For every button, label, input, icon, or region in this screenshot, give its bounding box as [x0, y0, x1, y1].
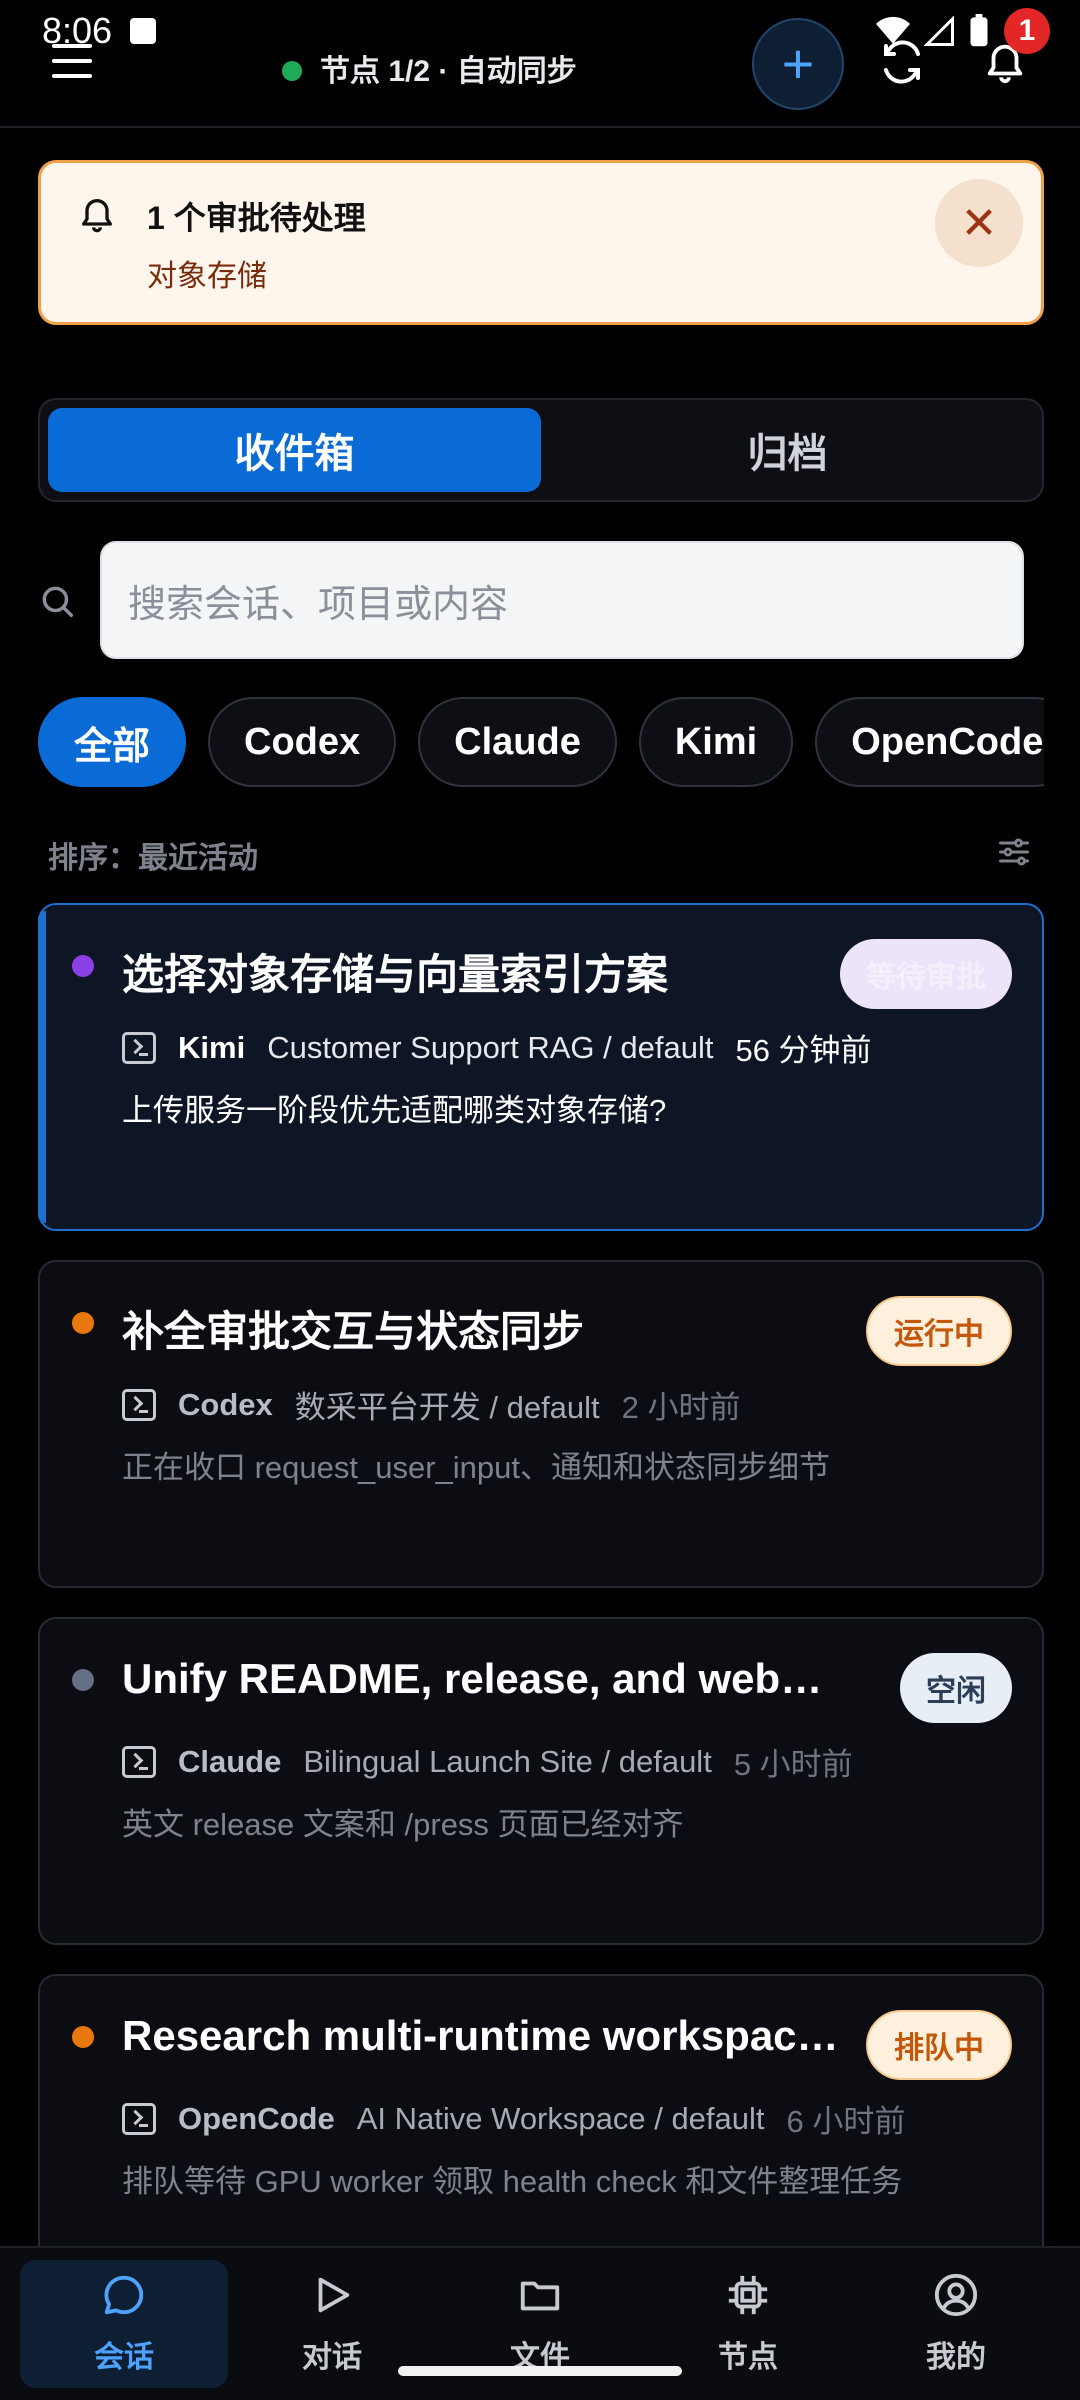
project-name: Customer Support RAG / default [267, 1029, 714, 1065]
play-icon [318, 2277, 350, 2313]
terminal-icon [122, 1388, 156, 1421]
runtime-name: OpenCode [178, 2100, 335, 2136]
terminal-icon [122, 1031, 156, 1064]
online-dot-icon [282, 61, 302, 81]
top-bar: 8:06 节点 1/2 · 自动同步 + 1 [0, 0, 1080, 128]
nav-item-profile[interactable]: 我的 [852, 2260, 1060, 2388]
session-meta: Codex 数采平台开发 / default 2 小时前 [122, 1382, 741, 1427]
filter-chip-claude[interactable]: Claude [418, 697, 617, 787]
session-title: Unify README, release, and website c... [122, 1655, 842, 1702]
home-indicator[interactable] [398, 2366, 682, 2376]
session-card[interactable]: 补全审批交互与状态同步 运行中 Codex 数采平台开发 / default 2… [38, 1260, 1044, 1588]
status-badge: 排队中 [866, 2010, 1012, 2080]
session-preview: 上传服务一阶段优先适配哪类对象存储? [122, 1093, 667, 1128]
filter-chip-opencode[interactable]: OpenCode [815, 697, 1044, 787]
tab-inbox[interactable]: 收件箱 [48, 408, 541, 492]
battery-icon [970, 14, 988, 47]
runtime-filter-chips: 全部 Codex Claude Kimi OpenCode [38, 697, 1044, 787]
close-icon: ✕ [960, 198, 998, 248]
session-time: 2 小时前 [621, 1390, 741, 1425]
status-dot [72, 1669, 94, 1691]
runtime-name: Codex [178, 1386, 273, 1422]
status-indicators: 1 [876, 8, 1050, 54]
banner-title: 1 个审批待处理 [147, 200, 366, 236]
wifi-icon [876, 16, 910, 44]
status-badge: 空闲 [900, 1653, 1012, 1723]
session-title: Research multi-runtime workspace ... [122, 2012, 842, 2059]
nav-label: 对话 [302, 2341, 362, 2374]
sliders-icon[interactable] [996, 834, 1032, 870]
menu-icon[interactable] [52, 44, 92, 80]
status-notification-icon [130, 18, 156, 44]
search-input[interactable]: 搜索会话、项目或内容 [100, 541, 1024, 659]
chat-bubble-icon [104, 2275, 144, 2315]
project-name: Bilingual Launch Site / default [303, 1743, 712, 1779]
user-circle-icon [934, 2273, 978, 2317]
search-icon [42, 586, 73, 617]
session-preview: 英文 release 文案和 /press 页面已经对齐 [122, 1807, 684, 1842]
session-card[interactable]: Unify README, release, and website c... … [38, 1617, 1044, 1945]
status-badge: 运行中 [866, 1296, 1012, 1366]
filter-chip-kimi[interactable]: Kimi [638, 697, 794, 787]
nav-label: 节点 [718, 2341, 778, 2374]
sort-label[interactable]: 排序：最近活动 [48, 833, 258, 877]
session-meta: Kimi Customer Support RAG / default 56 分… [122, 1025, 872, 1070]
status-dot [72, 1312, 94, 1334]
nav-item-sessions[interactable]: 会话 [20, 2260, 228, 2388]
signal-icon [924, 16, 954, 46]
selected-accent-bar [38, 911, 46, 1223]
session-preview: 正在收口 request_user_input、通知和状态同步细节 [122, 1450, 831, 1485]
nav-label: 我的 [926, 2341, 986, 2374]
bottom-navigation: 会话 对话 文件 节点 我的 [0, 2246, 1080, 2400]
terminal-icon [122, 2102, 156, 2135]
session-title: 选择对象存储与向量索引方案 [122, 951, 669, 998]
session-time: 6 小时前 [786, 2104, 906, 2139]
status-dot [72, 955, 94, 977]
session-meta: Claude Bilingual Launch Site / default 5… [122, 1739, 853, 1784]
session-title: 补全审批交互与状态同步 [122, 1308, 585, 1355]
filter-chip-all[interactable]: 全部 [38, 697, 187, 787]
session-preview: 排队等待 GPU worker 领取 health check 和文件整理任务 [122, 2164, 903, 2199]
project-name: 数采平台开发 / default [294, 1390, 600, 1425]
inbox-archive-tabs: 收件箱 归档 [38, 398, 1044, 502]
node-status-text: 节点 1/2 · 自动同步 [320, 55, 577, 88]
session-time: 5 小时前 [733, 1747, 853, 1782]
project-name: AI Native Workspace / default [356, 2100, 765, 2136]
tab-archive[interactable]: 归档 [541, 408, 1034, 492]
status-dot [72, 2026, 94, 2048]
session-meta: OpenCode AI Native Workspace / default 6… [122, 2096, 905, 2141]
folder-icon [520, 2281, 560, 2311]
status-badge: 等待审批 [840, 939, 1012, 1009]
bell-icon [82, 199, 113, 233]
banner-subtitle: 对象存储 [147, 260, 267, 293]
notification-count-badge: 1 [1004, 8, 1050, 54]
chip-icon [728, 2275, 768, 2315]
session-time: 56 分钟前 [735, 1033, 872, 1068]
approval-banner[interactable]: 1 个审批待处理 对象存储 ✕ [38, 160, 1044, 325]
session-card[interactable]: 选择对象存储与向量索引方案 等待审批 Kimi Customer Support… [38, 903, 1044, 1231]
filter-chip-codex[interactable]: Codex [208, 697, 397, 787]
runtime-name: Kimi [178, 1029, 246, 1065]
node-status: 节点 1/2 · 自动同步 [282, 46, 577, 90]
nav-label: 会话 [94, 2341, 154, 2374]
terminal-icon [122, 1745, 156, 1778]
close-button[interactable]: ✕ [935, 179, 1023, 267]
runtime-name: Claude [178, 1743, 282, 1779]
add-button[interactable]: + [752, 18, 844, 110]
